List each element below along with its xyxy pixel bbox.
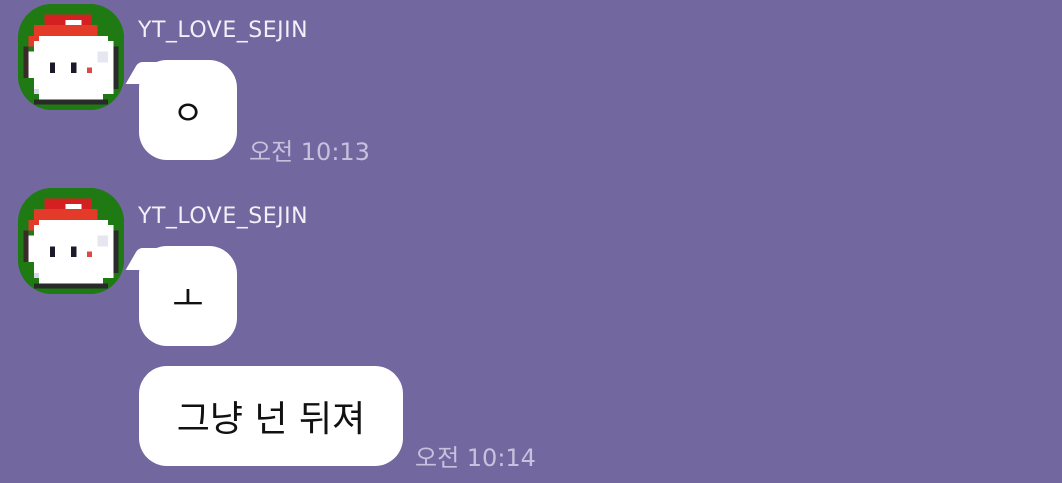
message-text: 그냥 넌 뒤져	[176, 399, 366, 440]
pixel-ghost-avatar-icon	[18, 188, 124, 294]
pixel-ghost-avatar-icon	[18, 4, 124, 110]
message-bubble[interactable]: 그냥 넌 뒤져	[139, 366, 403, 466]
message-timestamp: 오전 10:14	[415, 444, 536, 472]
message-text: ㅇ	[172, 93, 204, 134]
message-bubble[interactable]: ㅇ	[139, 60, 237, 160]
chat-transcript: YT_LOVE_SEJIN ㅇ 오전 10:13 YT_LOVE_SEJIN ㅗ	[0, 0, 1062, 483]
message-text: ㅗ	[172, 279, 204, 320]
sender-name: YT_LOVE_SEJIN	[138, 204, 309, 229]
sender-name: YT_LOVE_SEJIN	[138, 18, 309, 43]
message-timestamp: 오전 10:13	[249, 138, 370, 166]
message-bubble[interactable]: ㅗ	[139, 246, 237, 346]
sender-avatar[interactable]	[18, 188, 124, 294]
sender-avatar[interactable]	[18, 4, 124, 110]
